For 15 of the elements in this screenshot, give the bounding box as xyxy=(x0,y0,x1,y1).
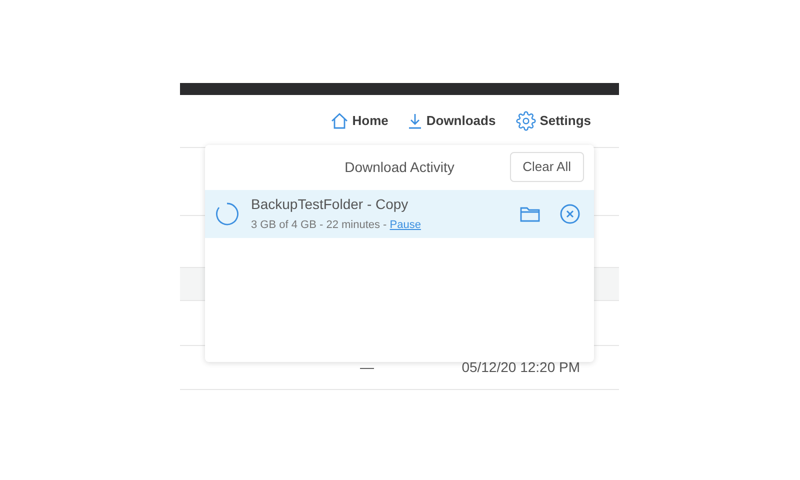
table-cell-text: 05/12/20 12:20 PM xyxy=(462,358,580,377)
cancel-icon[interactable] xyxy=(560,204,580,224)
download-icon xyxy=(408,113,422,129)
nav-link[interactable]: Downloads xyxy=(408,111,496,131)
folder-icon[interactable] xyxy=(520,206,540,222)
spinner-icon xyxy=(215,202,239,226)
progress-text: 3 GB of 4 GB - 22 minutes - Pause xyxy=(251,218,421,234)
file-name: BackupTestFolder - Copy xyxy=(251,195,410,214)
clear-all-button[interactable]: Clear All xyxy=(510,152,584,182)
settings-icon xyxy=(516,111,536,131)
panel-title: Download Activity xyxy=(344,158,454,177)
home-icon xyxy=(331,113,348,129)
table-cell-text: — xyxy=(360,358,374,377)
nav-link[interactable]: Settings xyxy=(516,111,591,131)
nav-link[interactable]: Home xyxy=(331,111,388,131)
